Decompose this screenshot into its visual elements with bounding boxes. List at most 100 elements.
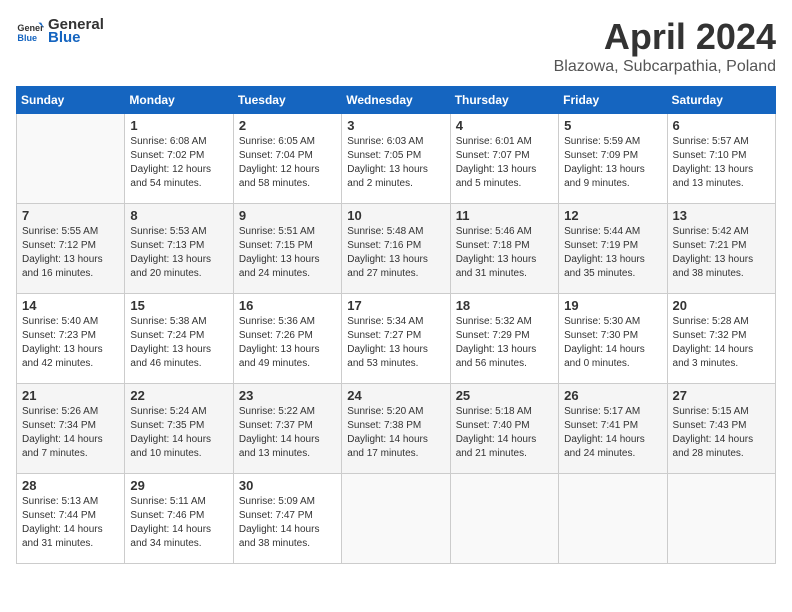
day-number: 9 bbox=[239, 208, 336, 223]
calendar-week-row: 1 Sunrise: 6:08 AMSunset: 7:02 PMDaylight… bbox=[17, 114, 776, 204]
weekday-header: Tuesday bbox=[233, 87, 341, 114]
calendar-day-cell bbox=[559, 474, 667, 564]
day-info: Sunrise: 5:28 AMSunset: 7:32 PMDaylight:… bbox=[673, 315, 770, 371]
day-info: Sunrise: 5:36 AMSunset: 7:26 PMDaylight:… bbox=[239, 315, 336, 371]
day-info: Sunrise: 5:57 AMSunset: 7:10 PMDaylight:… bbox=[673, 135, 770, 191]
day-number: 5 bbox=[564, 118, 661, 133]
calendar-day-cell: 12 Sunrise: 5:44 AMSunset: 7:19 PMDayligh… bbox=[559, 204, 667, 294]
calendar-table: SundayMondayTuesdayWednesdayThursdayFrid… bbox=[16, 86, 776, 564]
day-number: 22 bbox=[130, 388, 227, 403]
day-number: 17 bbox=[347, 298, 444, 313]
logo-icon: General Blue bbox=[16, 17, 44, 45]
calendar-week-row: 14 Sunrise: 5:40 AMSunset: 7:23 PMDayligh… bbox=[17, 294, 776, 384]
calendar-day-cell: 27 Sunrise: 5:15 AMSunset: 7:43 PMDayligh… bbox=[667, 384, 775, 474]
calendar-day-cell: 15 Sunrise: 5:38 AMSunset: 7:24 PMDayligh… bbox=[125, 294, 233, 384]
calendar-week-row: 21 Sunrise: 5:26 AMSunset: 7:34 PMDayligh… bbox=[17, 384, 776, 474]
day-info: Sunrise: 5:24 AMSunset: 7:35 PMDaylight:… bbox=[130, 405, 227, 461]
calendar-day-cell: 13 Sunrise: 5:42 AMSunset: 7:21 PMDayligh… bbox=[667, 204, 775, 294]
calendar-day-cell: 19Sunrise: 5:30 AMSunset: 7:30 PMDayligh… bbox=[559, 294, 667, 384]
location-subtitle: Blazowa, Subcarpathia, Poland bbox=[554, 58, 776, 76]
day-info: Sunrise: 5:42 AMSunset: 7:21 PMDaylight:… bbox=[673, 225, 770, 281]
calendar-day-cell bbox=[17, 114, 125, 204]
day-number: 20 bbox=[673, 298, 770, 313]
calendar-day-cell: 6Sunrise: 5:57 AMSunset: 7:10 PMDaylight… bbox=[667, 114, 775, 204]
weekday-header: Monday bbox=[125, 87, 233, 114]
calendar-day-cell: 1 Sunrise: 6:08 AMSunset: 7:02 PMDaylight… bbox=[125, 114, 233, 204]
day-number: 25 bbox=[456, 388, 553, 403]
calendar-day-cell: 21 Sunrise: 5:26 AMSunset: 7:34 PMDayligh… bbox=[17, 384, 125, 474]
day-number: 2 bbox=[239, 118, 336, 133]
calendar-day-cell: 29Sunrise: 5:11 AMSunset: 7:46 PMDayligh… bbox=[125, 474, 233, 564]
day-number: 30 bbox=[239, 478, 336, 493]
day-info: Sunrise: 5:59 AMSunset: 7:09 PMDaylight:… bbox=[564, 135, 661, 191]
calendar-day-cell: 17 Sunrise: 5:34 AMSunset: 7:27 PMDayligh… bbox=[342, 294, 450, 384]
day-info: Sunrise: 5:40 AMSunset: 7:23 PMDaylight:… bbox=[22, 315, 119, 371]
title-area: April 2024 Blazowa, Subcarpathia, Poland bbox=[554, 16, 776, 76]
calendar-week-row: 28 Sunrise: 5:13 AMSunset: 7:44 PMDayligh… bbox=[17, 474, 776, 564]
day-info: Sunrise: 5:38 AMSunset: 7:24 PMDaylight:… bbox=[130, 315, 227, 371]
day-number: 28 bbox=[22, 478, 119, 493]
logo: General Blue General Blue bbox=[16, 16, 104, 46]
day-number: 29 bbox=[130, 478, 227, 493]
month-year-title: April 2024 bbox=[554, 16, 776, 58]
day-info: Sunrise: 5:34 AMSunset: 7:27 PMDaylight:… bbox=[347, 315, 444, 371]
calendar-day-cell: 4 Sunrise: 6:01 AMSunset: 7:07 PMDaylight… bbox=[450, 114, 558, 204]
calendar-day-cell bbox=[667, 474, 775, 564]
day-info: Sunrise: 5:09 AMSunset: 7:47 PMDaylight:… bbox=[239, 495, 336, 551]
calendar-week-row: 7 Sunrise: 5:55 AMSunset: 7:12 PMDaylight… bbox=[17, 204, 776, 294]
day-number: 24 bbox=[347, 388, 444, 403]
day-number: 4 bbox=[456, 118, 553, 133]
day-number: 18 bbox=[456, 298, 553, 313]
header: General Blue General Blue April 2024 Bla… bbox=[16, 16, 776, 76]
day-number: 14 bbox=[22, 298, 119, 313]
calendar-day-cell: 25 Sunrise: 5:18 AMSunset: 7:40 PMDayligh… bbox=[450, 384, 558, 474]
day-info: Sunrise: 6:08 AMSunset: 7:02 PMDaylight:… bbox=[130, 135, 227, 191]
day-number: 7 bbox=[22, 208, 119, 223]
day-info: Sunrise: 5:46 AMSunset: 7:18 PMDaylight:… bbox=[456, 225, 553, 281]
day-number: 27 bbox=[673, 388, 770, 403]
day-info: Sunrise: 5:20 AMSunset: 7:38 PMDaylight:… bbox=[347, 405, 444, 461]
day-info: Sunrise: 5:44 AMSunset: 7:19 PMDaylight:… bbox=[564, 225, 661, 281]
calendar-day-cell: 22 Sunrise: 5:24 AMSunset: 7:35 PMDayligh… bbox=[125, 384, 233, 474]
day-number: 11 bbox=[456, 208, 553, 223]
day-info: Sunrise: 5:26 AMSunset: 7:34 PMDaylight:… bbox=[22, 405, 119, 461]
day-number: 8 bbox=[130, 208, 227, 223]
day-number: 1 bbox=[130, 118, 227, 133]
calendar-day-cell: 11 Sunrise: 5:46 AMSunset: 7:18 PMDayligh… bbox=[450, 204, 558, 294]
calendar-day-cell: 2 Sunrise: 6:05 AMSunset: 7:04 PMDaylight… bbox=[233, 114, 341, 204]
calendar-day-cell: 26 Sunrise: 5:17 AMSunset: 7:41 PMDayligh… bbox=[559, 384, 667, 474]
day-info: Sunrise: 5:53 AMSunset: 7:13 PMDaylight:… bbox=[130, 225, 227, 281]
calendar-day-cell: 23Sunrise: 5:22 AMSunset: 7:37 PMDayligh… bbox=[233, 384, 341, 474]
day-number: 16 bbox=[239, 298, 336, 313]
weekday-header: Wednesday bbox=[342, 87, 450, 114]
calendar-day-cell: 16 Sunrise: 5:36 AMSunset: 7:26 PMDayligh… bbox=[233, 294, 341, 384]
day-info: Sunrise: 5:18 AMSunset: 7:40 PMDaylight:… bbox=[456, 405, 553, 461]
weekday-header: Saturday bbox=[667, 87, 775, 114]
calendar-day-cell: 24 Sunrise: 5:20 AMSunset: 7:38 PMDayligh… bbox=[342, 384, 450, 474]
day-info: Sunrise: 6:03 AMSunset: 7:05 PMDaylight:… bbox=[347, 135, 444, 191]
svg-text:Blue: Blue bbox=[17, 33, 37, 43]
day-info: Sunrise: 5:17 AMSunset: 7:41 PMDaylight:… bbox=[564, 405, 661, 461]
calendar-day-cell: 18Sunrise: 5:32 AMSunset: 7:29 PMDayligh… bbox=[450, 294, 558, 384]
day-info: Sunrise: 5:15 AMSunset: 7:43 PMDaylight:… bbox=[673, 405, 770, 461]
day-info: Sunrise: 6:05 AMSunset: 7:04 PMDaylight:… bbox=[239, 135, 336, 191]
day-info: Sunrise: 6:01 AMSunset: 7:07 PMDaylight:… bbox=[456, 135, 553, 191]
day-number: 10 bbox=[347, 208, 444, 223]
calendar-day-cell: 28 Sunrise: 5:13 AMSunset: 7:44 PMDayligh… bbox=[17, 474, 125, 564]
calendar-day-cell bbox=[342, 474, 450, 564]
day-info: Sunrise: 5:13 AMSunset: 7:44 PMDaylight:… bbox=[22, 495, 119, 551]
day-number: 21 bbox=[22, 388, 119, 403]
day-number: 3 bbox=[347, 118, 444, 133]
day-info: Sunrise: 5:22 AMSunset: 7:37 PMDaylight:… bbox=[239, 405, 336, 461]
day-number: 12 bbox=[564, 208, 661, 223]
day-number: 19 bbox=[564, 298, 661, 313]
weekday-header: Thursday bbox=[450, 87, 558, 114]
day-number: 15 bbox=[130, 298, 227, 313]
day-info: Sunrise: 5:55 AMSunset: 7:12 PMDaylight:… bbox=[22, 225, 119, 281]
calendar-day-cell: 10Sunrise: 5:48 AMSunset: 7:16 PMDayligh… bbox=[342, 204, 450, 294]
calendar-day-cell bbox=[450, 474, 558, 564]
calendar-day-cell: 30 Sunrise: 5:09 AMSunset: 7:47 PMDayligh… bbox=[233, 474, 341, 564]
svg-text:General: General bbox=[17, 23, 44, 33]
day-number: 13 bbox=[673, 208, 770, 223]
day-number: 26 bbox=[564, 388, 661, 403]
